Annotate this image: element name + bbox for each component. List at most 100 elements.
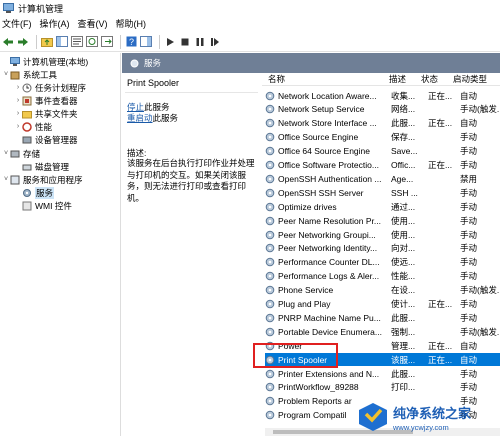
tree-item-performance[interactable]: › 性能 <box>14 120 52 133</box>
menu-file[interactable]: 文件(F) <box>0 17 36 30</box>
service-row[interactable]: Office Source Engine 保存... 手动 <box>265 131 500 144</box>
apps-icon <box>10 175 20 185</box>
tree-label: 共享文件夹 <box>35 108 78 119</box>
tree-item-device-manager[interactable]: 设备管理器 <box>14 133 78 146</box>
help-icon[interactable]: ? <box>125 36 137 48</box>
tree-item-disk-management[interactable]: 磁盘管理 <box>14 160 69 173</box>
watermark-logo-icon <box>357 401 389 433</box>
chevron-right-icon[interactable]: › <box>14 110 22 117</box>
restart-service-link[interactable]: 重启动 <box>127 113 153 123</box>
up-folder-icon[interactable] <box>41 36 53 48</box>
service-row[interactable]: Phone Service 在设... 手动(触发... <box>265 284 500 297</box>
service-description-cell: 收集... <box>391 90 416 101</box>
back-arrow-icon[interactable] <box>2 36 14 48</box>
service-description: 该服务在后台执行打印作业并处理与打印机的交互。如果关闭该服务，则无法进行打印或查… <box>127 158 255 203</box>
restart-service-icon[interactable] <box>209 36 221 48</box>
service-description-cell: 此服... <box>391 368 416 379</box>
service-gear-icon <box>265 230 275 240</box>
column-header-description[interactable]: 描述 <box>389 73 406 85</box>
tree-item-system-tools[interactable]: ˅ 系统工具 <box>2 68 57 81</box>
service-name: PNRP Machine Name Pu... <box>278 312 381 323</box>
show-hide-tree-icon[interactable] <box>56 36 68 48</box>
service-startup-type: 手动(触发... <box>460 326 500 337</box>
service-description-cell: 使计... <box>391 299 416 309</box>
service-description-cell: 管理... <box>391 340 416 351</box>
service-description-cell: Offic... <box>391 160 416 170</box>
service-row[interactable]: Office 64 Source Engine Save... 手动 <box>265 145 500 158</box>
service-row[interactable]: PrintWorkflow_89288 打印... 手动 <box>265 381 500 394</box>
chevron-down-icon[interactable]: ˅ <box>2 71 10 78</box>
chevron-right-icon[interactable]: › <box>14 97 22 104</box>
service-row[interactable]: Peer Networking Identity... 向对... 手动 <box>265 242 500 255</box>
svg-text:?: ? <box>129 37 134 47</box>
export-list-icon[interactable] <box>101 36 113 48</box>
service-row[interactable]: PNRP Machine Name Pu... 此服... 手动 <box>265 311 500 324</box>
service-row[interactable]: Portable Device Enumera... 强制... 手动(触发... <box>265 325 500 338</box>
chevron-down-icon[interactable]: ˅ <box>2 176 10 183</box>
service-name: Performance Logs & Aler... <box>278 271 380 282</box>
service-gear-icon <box>265 216 275 226</box>
service-description-cell: 在设... <box>391 285 416 296</box>
tree-item-computer-management[interactable]: 计算机管理(本地) <box>2 55 88 68</box>
stop-service-link[interactable]: 停止 <box>127 102 144 112</box>
service-row[interactable]: Optimize drives 通过... 手动 <box>265 200 500 213</box>
service-startup-type: 手动 <box>460 132 478 143</box>
service-name: Peer Networking Identity... <box>278 243 378 254</box>
tree-item-event-viewer[interactable]: › 事件查看器 <box>14 94 78 107</box>
service-startup-type: 手动 <box>460 368 478 379</box>
service-name: Peer Name Resolution Pr... <box>278 215 381 226</box>
column-header-name[interactable]: 名称 <box>268 73 285 85</box>
service-startup-type: 手动 <box>460 229 478 240</box>
service-gear-icon <box>265 382 275 392</box>
service-name: Office 64 Source Engine <box>278 146 370 157</box>
service-name: PrintWorkflow_89288 <box>278 382 359 393</box>
tree-item-storage[interactable]: ˅ 存储 <box>2 147 40 160</box>
service-row[interactable]: Plug and Play 使计... 正在... 手动 <box>265 298 500 311</box>
properties-icon[interactable] <box>71 36 83 48</box>
column-header-startup-type[interactable]: 启动类型 <box>453 73 487 85</box>
menu-bar: 文件(F) 操作(A) 查看(V) 帮助(H) <box>0 16 500 31</box>
column-header-status[interactable]: 状态 <box>421 73 438 85</box>
menu-help[interactable]: 帮助(H) <box>112 17 151 30</box>
service-row[interactable]: Performance Logs & Aler... 性能... 手动 <box>265 270 500 283</box>
service-row[interactable]: Network Store Interface ... 此服... 正在... 自动 <box>265 117 500 130</box>
chevron-down-icon[interactable]: ˅ <box>2 150 10 157</box>
start-service-icon[interactable] <box>164 36 176 48</box>
tree-item-shared-folders[interactable]: › 共享文件夹 <box>14 107 78 120</box>
disk-icon <box>22 162 32 172</box>
pause-service-icon[interactable] <box>194 36 206 48</box>
service-row[interactable]: Printer Extensions and N... 此服... 手动 <box>265 367 500 380</box>
service-row[interactable]: Peer Networking Groupi... 使用... 手动 <box>265 228 500 241</box>
watermark-url: www.ycwjzy.com <box>393 422 449 432</box>
chevron-right-icon[interactable]: › <box>14 123 22 130</box>
service-row[interactable]: Network Location Aware... 收集... 正在... 自动 <box>265 89 500 102</box>
restart-service-row: 重启动此服务 <box>127 112 178 124</box>
refresh-icon[interactable] <box>86 36 98 48</box>
service-startup-type: 手动 <box>460 215 478 226</box>
toolbar-separator <box>120 34 121 49</box>
forward-arrow-icon[interactable] <box>17 36 29 48</box>
service-description-cell: 打印... <box>391 382 416 393</box>
service-row[interactable]: OpenSSH SSH Server SSH ... 手动 <box>265 186 500 199</box>
service-status: 正在... <box>428 299 453 309</box>
clock-icon <box>22 83 32 93</box>
service-row[interactable]: Performance Counter DL... 使远... 手动 <box>265 256 500 269</box>
tree-item-services-and-applications[interactable]: ˅ 服务和应用程序 <box>2 173 83 186</box>
chevron-right-icon[interactable]: › <box>14 84 22 91</box>
service-gear-icon <box>265 257 275 267</box>
service-row[interactable]: Network Setup Service 网络... 手动(触发... <box>265 103 500 116</box>
menu-view[interactable]: 查看(V) <box>74 17 112 30</box>
service-description-cell: 向对... <box>391 243 416 254</box>
tree-item-wmi-control[interactable]: WMI 控件 <box>14 199 72 212</box>
service-row[interactable]: Office Software Protectio... Offic... 正在..… <box>265 159 500 172</box>
service-row[interactable]: OpenSSH Authentication ... Age... 禁用 <box>265 172 500 185</box>
tree-item-task-scheduler[interactable]: › 任务计划程序 <box>14 81 86 94</box>
service-gear-icon <box>265 160 275 170</box>
service-description-cell: SSH ... <box>391 187 418 198</box>
tree-item-services[interactable]: 服务 <box>14 186 55 199</box>
tree-label: WMI 控件 <box>35 200 72 211</box>
service-row[interactable]: Peer Name Resolution Pr... 使用... 手动 <box>265 214 500 227</box>
menu-action[interactable]: 操作(A) <box>36 17 74 30</box>
stop-service-icon[interactable] <box>179 36 191 48</box>
console-pane-icon[interactable] <box>140 36 152 48</box>
